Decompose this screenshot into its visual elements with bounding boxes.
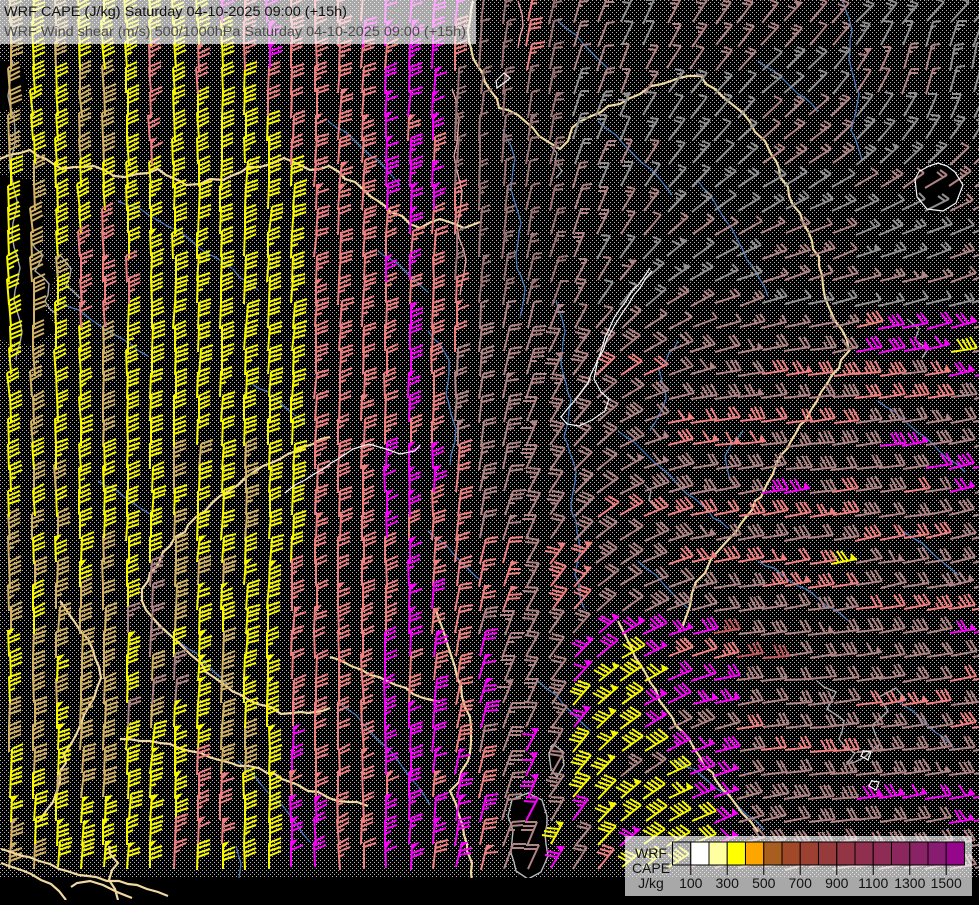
svg-text:J/kg: J/kg — [638, 875, 664, 891]
svg-text:700: 700 — [789, 875, 813, 891]
svg-text:1100: 1100 — [858, 875, 888, 891]
svg-text:500: 500 — [752, 875, 776, 891]
svg-text:WRF Wind shear (m/s) 500/1000h: WRF Wind shear (m/s) 500/1000hPa Saturda… — [4, 24, 466, 39]
svg-text:WRF: WRF — [635, 845, 667, 861]
svg-text:900: 900 — [825, 875, 849, 891]
svg-text:1300: 1300 — [894, 875, 925, 891]
svg-text:300: 300 — [716, 875, 740, 891]
svg-text:WRF CAPE (J/kg) Saturday 04-10: WRF CAPE (J/kg) Saturday 04-10-2025 09:0… — [4, 4, 347, 19]
svg-text:1500: 1500 — [931, 875, 962, 891]
svg-text:CAPE: CAPE — [632, 860, 670, 876]
svg-text:100: 100 — [679, 875, 703, 891]
